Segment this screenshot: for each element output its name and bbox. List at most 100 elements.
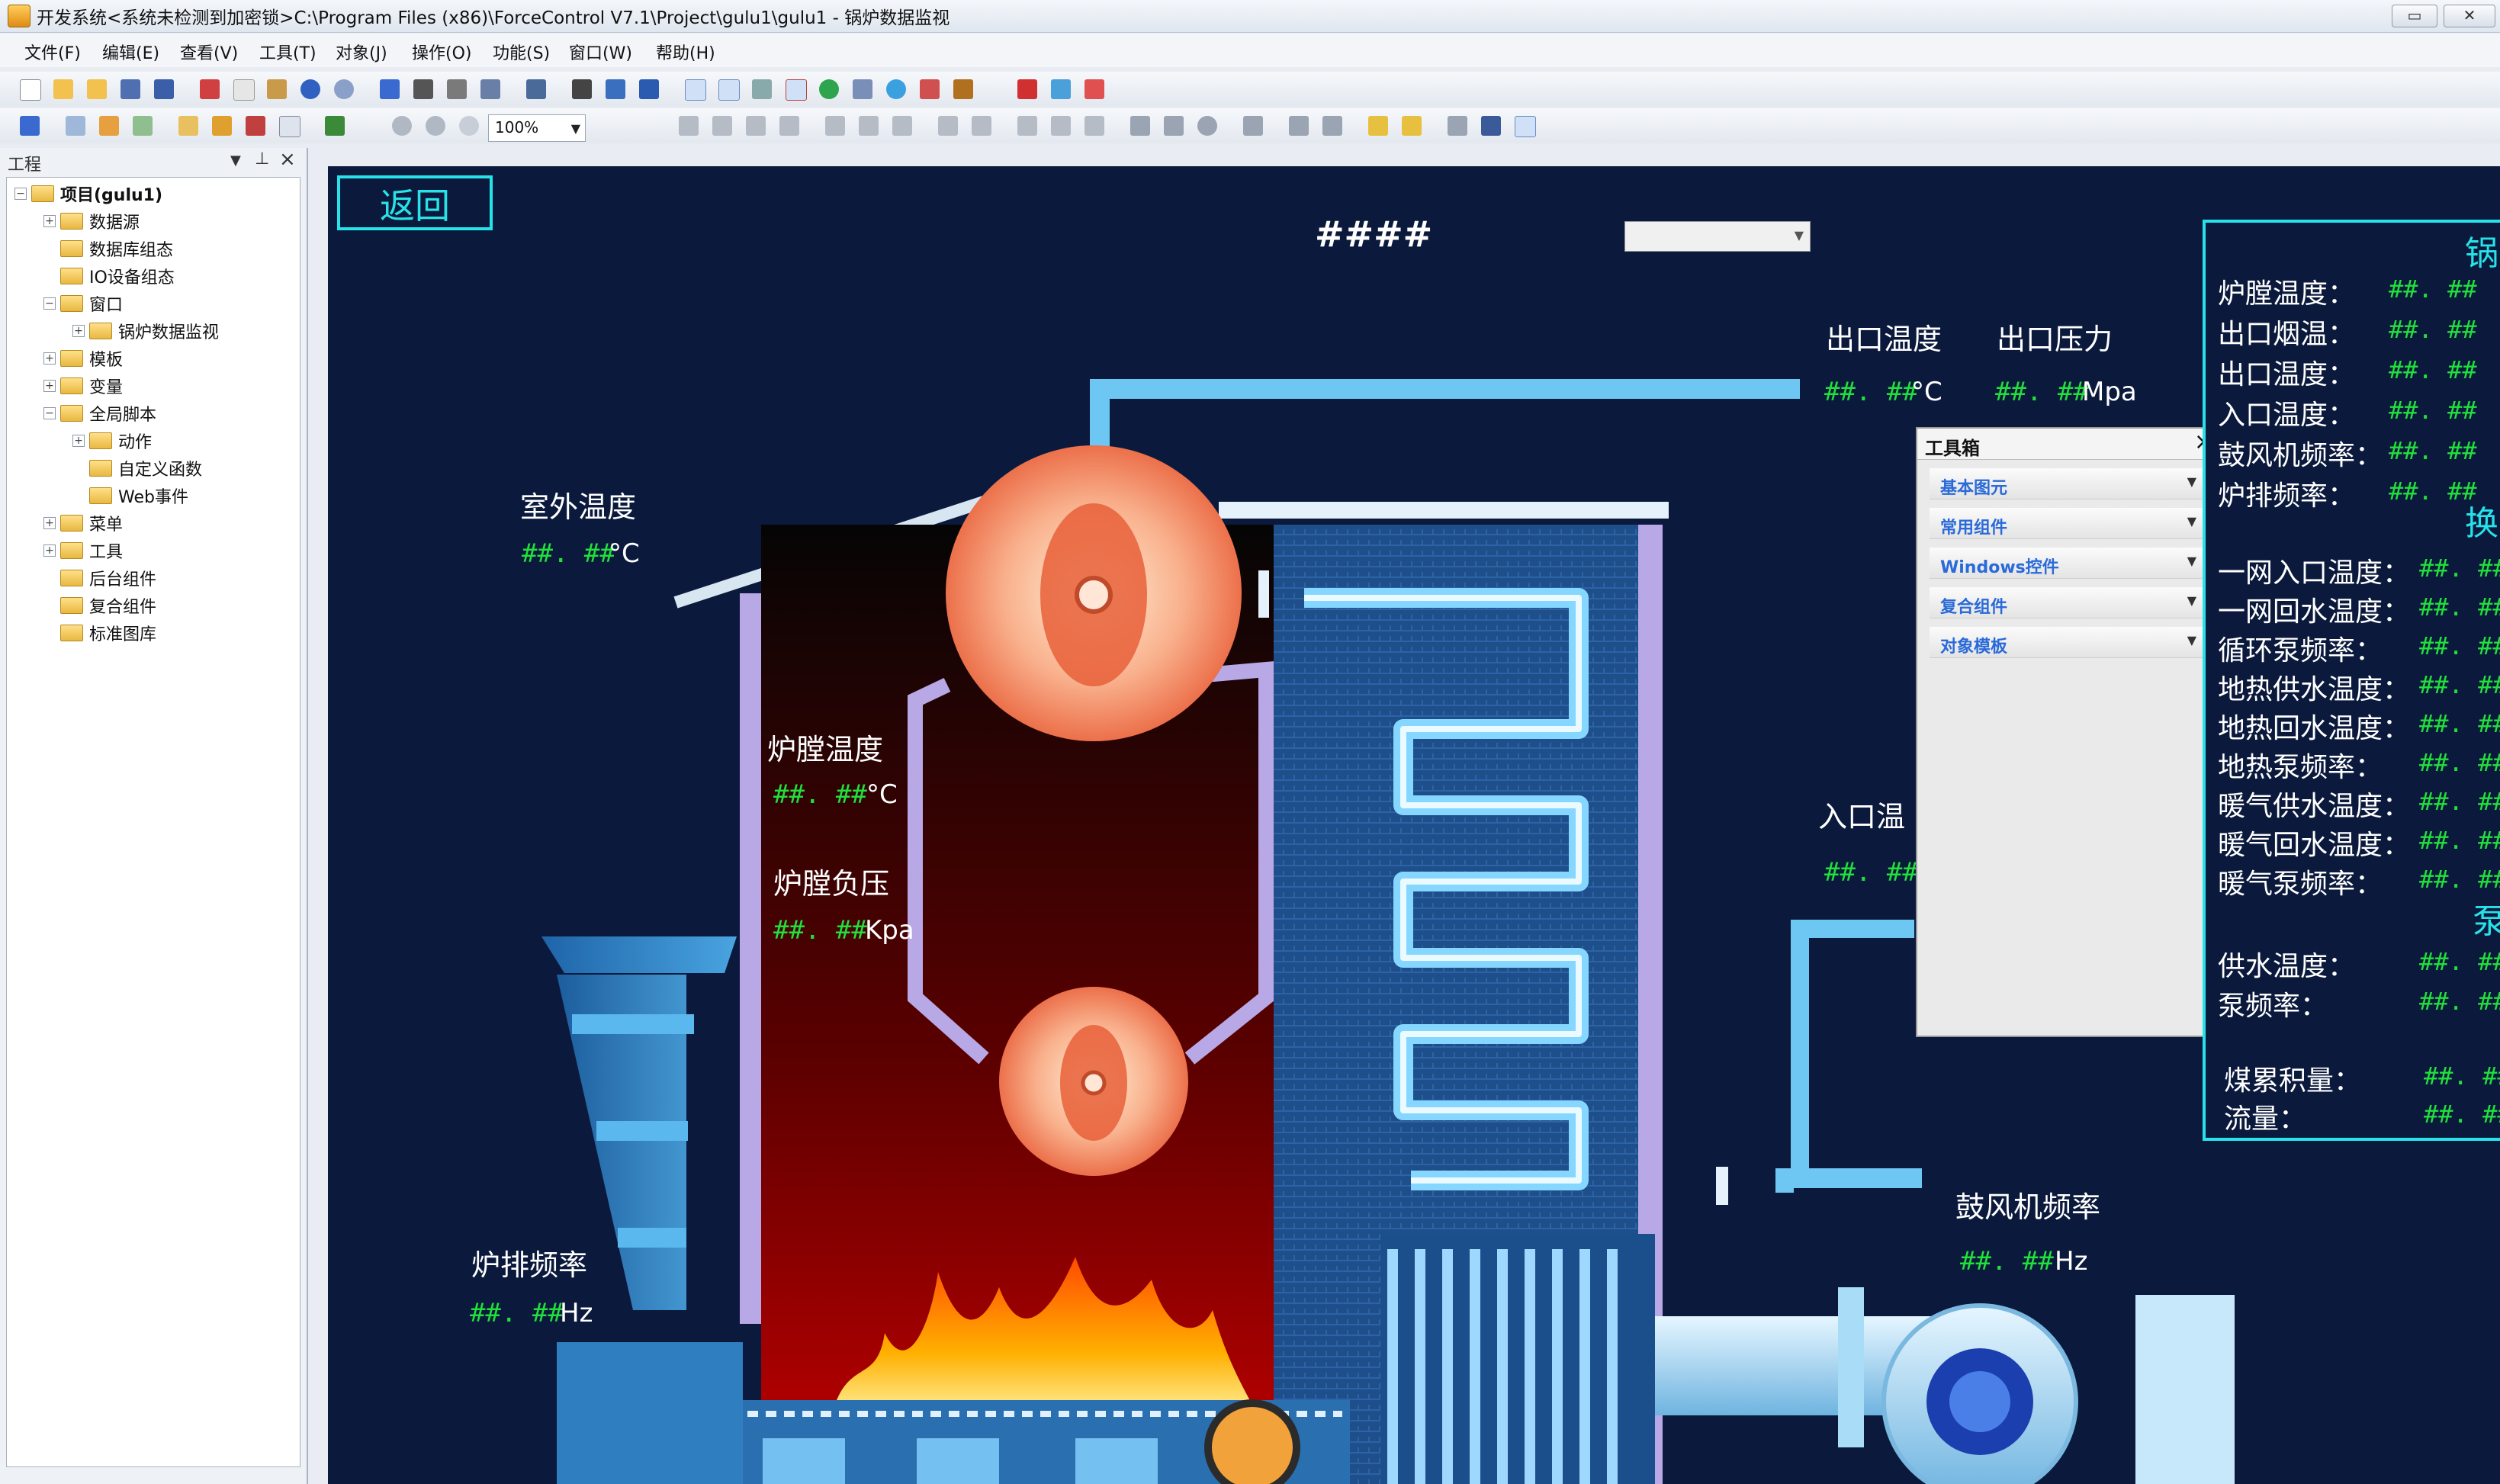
save-all-icon[interactable] [154, 79, 174, 99]
cut-icon[interactable] [200, 79, 220, 99]
tree-item[interactable]: − 全局脚本 [43, 400, 156, 426]
toolbox-section-composite[interactable]: 复合组件 ▼ [1930, 587, 2206, 618]
component-icon[interactable] [1085, 79, 1104, 99]
tree-item[interactable]: − 项目(gulu1) [14, 181, 162, 207]
toolbox-section-common[interactable]: 常用组件 ▼ [1930, 508, 2206, 539]
space-icon[interactable] [825, 116, 845, 136]
expand-icon[interactable]: + [43, 352, 56, 365]
globe-icon[interactable] [819, 79, 839, 99]
menu-help[interactable]: 帮助(H) [656, 40, 715, 64]
tree-item[interactable]: 标准图库 [43, 620, 156, 646]
paste-icon[interactable] [267, 79, 287, 99]
menu-window[interactable]: 窗口(W) [569, 40, 632, 64]
size-icon[interactable] [972, 116, 991, 136]
tree-item[interactable]: Web事件 [72, 483, 188, 509]
menu-object[interactable]: 对象(J) [336, 40, 387, 64]
tree-item[interactable]: + 工具 [43, 538, 123, 564]
tree-item[interactable]: + 锅炉数据监视 [72, 318, 219, 344]
lightning-icon[interactable] [1017, 79, 1037, 99]
tree-item[interactable]: + 动作 [72, 428, 152, 454]
undo-icon[interactable] [300, 79, 320, 99]
download-project-icon[interactable] [20, 116, 40, 136]
send-back-icon[interactable] [1402, 116, 1422, 136]
edit-icon[interactable] [246, 116, 265, 136]
mirror-icon[interactable] [1164, 116, 1184, 136]
group-icon[interactable] [1289, 116, 1309, 136]
expand-icon[interactable]: + [72, 325, 85, 337]
tree-item[interactable]: + 模板 [43, 345, 123, 371]
bring-front-icon[interactable] [1368, 116, 1388, 136]
pin-icon[interactable]: ⊥ [255, 149, 269, 169]
same-size-icon[interactable] [1085, 116, 1104, 136]
zoom-icon[interactable] [459, 116, 479, 136]
expand-icon[interactable]: + [43, 517, 56, 529]
redo-icon[interactable] [334, 79, 354, 99]
tree-item[interactable]: 自定义函数 [72, 455, 202, 481]
expand-icon[interactable]: + [43, 215, 56, 227]
zoom-in-icon[interactable] [392, 116, 412, 136]
layer-icon[interactable] [325, 116, 345, 136]
close-panel-icon[interactable]: × [279, 148, 296, 171]
print-icon[interactable] [526, 79, 546, 99]
ungroup-icon[interactable] [1322, 116, 1342, 136]
chart-icon[interactable] [1051, 79, 1071, 99]
expand-icon[interactable]: − [14, 188, 27, 200]
tree-item[interactable]: + 菜单 [43, 510, 123, 536]
center-icon[interactable] [859, 116, 879, 136]
config-icon[interactable] [718, 79, 740, 101]
tree-item[interactable]: − 窗口 [43, 291, 123, 316]
panel-dropdown-icon[interactable]: ▼ [230, 153, 241, 169]
same-height-icon[interactable] [1051, 116, 1071, 136]
zoom-out-icon[interactable] [426, 116, 445, 136]
copy-icon[interactable] [233, 79, 255, 101]
network-icon[interactable] [886, 79, 906, 99]
tree-item[interactable]: 数据库组态 [43, 236, 173, 262]
align-top-icon[interactable] [779, 116, 799, 136]
menu-tools[interactable]: 工具(T) [259, 40, 317, 64]
distribute-icon[interactable] [938, 116, 958, 136]
menu-edit[interactable]: 编辑(E) [102, 40, 159, 64]
table-icon[interactable] [480, 79, 500, 99]
same-width-icon[interactable] [1017, 116, 1037, 136]
lock-icon[interactable] [1515, 116, 1536, 137]
refresh-icon[interactable] [606, 79, 625, 99]
toolbox-section-basic[interactable]: 基本图元 ▼ [1930, 468, 2206, 499]
menu-operate[interactable]: 操作(O) [412, 40, 471, 64]
properties-icon[interactable] [212, 116, 232, 136]
device-icon[interactable] [853, 79, 872, 99]
move-icon[interactable] [892, 116, 912, 136]
window-icon[interactable] [639, 79, 659, 99]
import-icon[interactable] [380, 79, 400, 99]
flip-icon[interactable] [1130, 116, 1150, 136]
align-center-icon[interactable] [712, 116, 732, 136]
toolbox-section-windows[interactable]: Windows控件 ▼ [1930, 548, 2206, 579]
expand-icon[interactable]: + [43, 544, 56, 557]
tree-item[interactable]: 后台组件 [43, 565, 156, 591]
back-button[interactable]: 返回 [337, 175, 493, 230]
menu-function[interactable]: 功能(S) [493, 40, 550, 64]
expand-icon[interactable]: − [43, 297, 56, 310]
add-icon[interactable] [66, 116, 85, 136]
tree-item[interactable]: + 数据源 [43, 208, 140, 234]
tree-item[interactable]: + 变量 [43, 373, 123, 399]
expand-icon[interactable]: + [43, 380, 56, 392]
monitor-icon[interactable] [1481, 116, 1501, 136]
selector-dropdown[interactable]: ▼ [1624, 221, 1811, 252]
clone-icon[interactable] [1448, 116, 1467, 136]
new-icon[interactable] [20, 79, 41, 101]
align-right-icon[interactable] [746, 116, 766, 136]
minimize-button[interactable]: ▭ [2392, 5, 2437, 27]
tree-item[interactable]: IO设备组态 [43, 263, 175, 289]
close-button[interactable]: ✕ [2444, 5, 2495, 27]
toolbox-icon[interactable] [786, 79, 807, 101]
grid-icon[interactable] [413, 79, 433, 99]
menu-view[interactable]: 查看(V) [180, 40, 238, 64]
spell-icon[interactable] [279, 116, 300, 137]
link-icon[interactable] [133, 116, 153, 136]
rename-icon[interactable] [178, 116, 198, 136]
save-icon[interactable] [121, 79, 140, 99]
shape-icon[interactable] [920, 79, 940, 99]
order-icon[interactable] [1243, 116, 1263, 136]
open-folder-icon[interactable] [87, 79, 107, 99]
open-icon[interactable] [53, 79, 73, 99]
